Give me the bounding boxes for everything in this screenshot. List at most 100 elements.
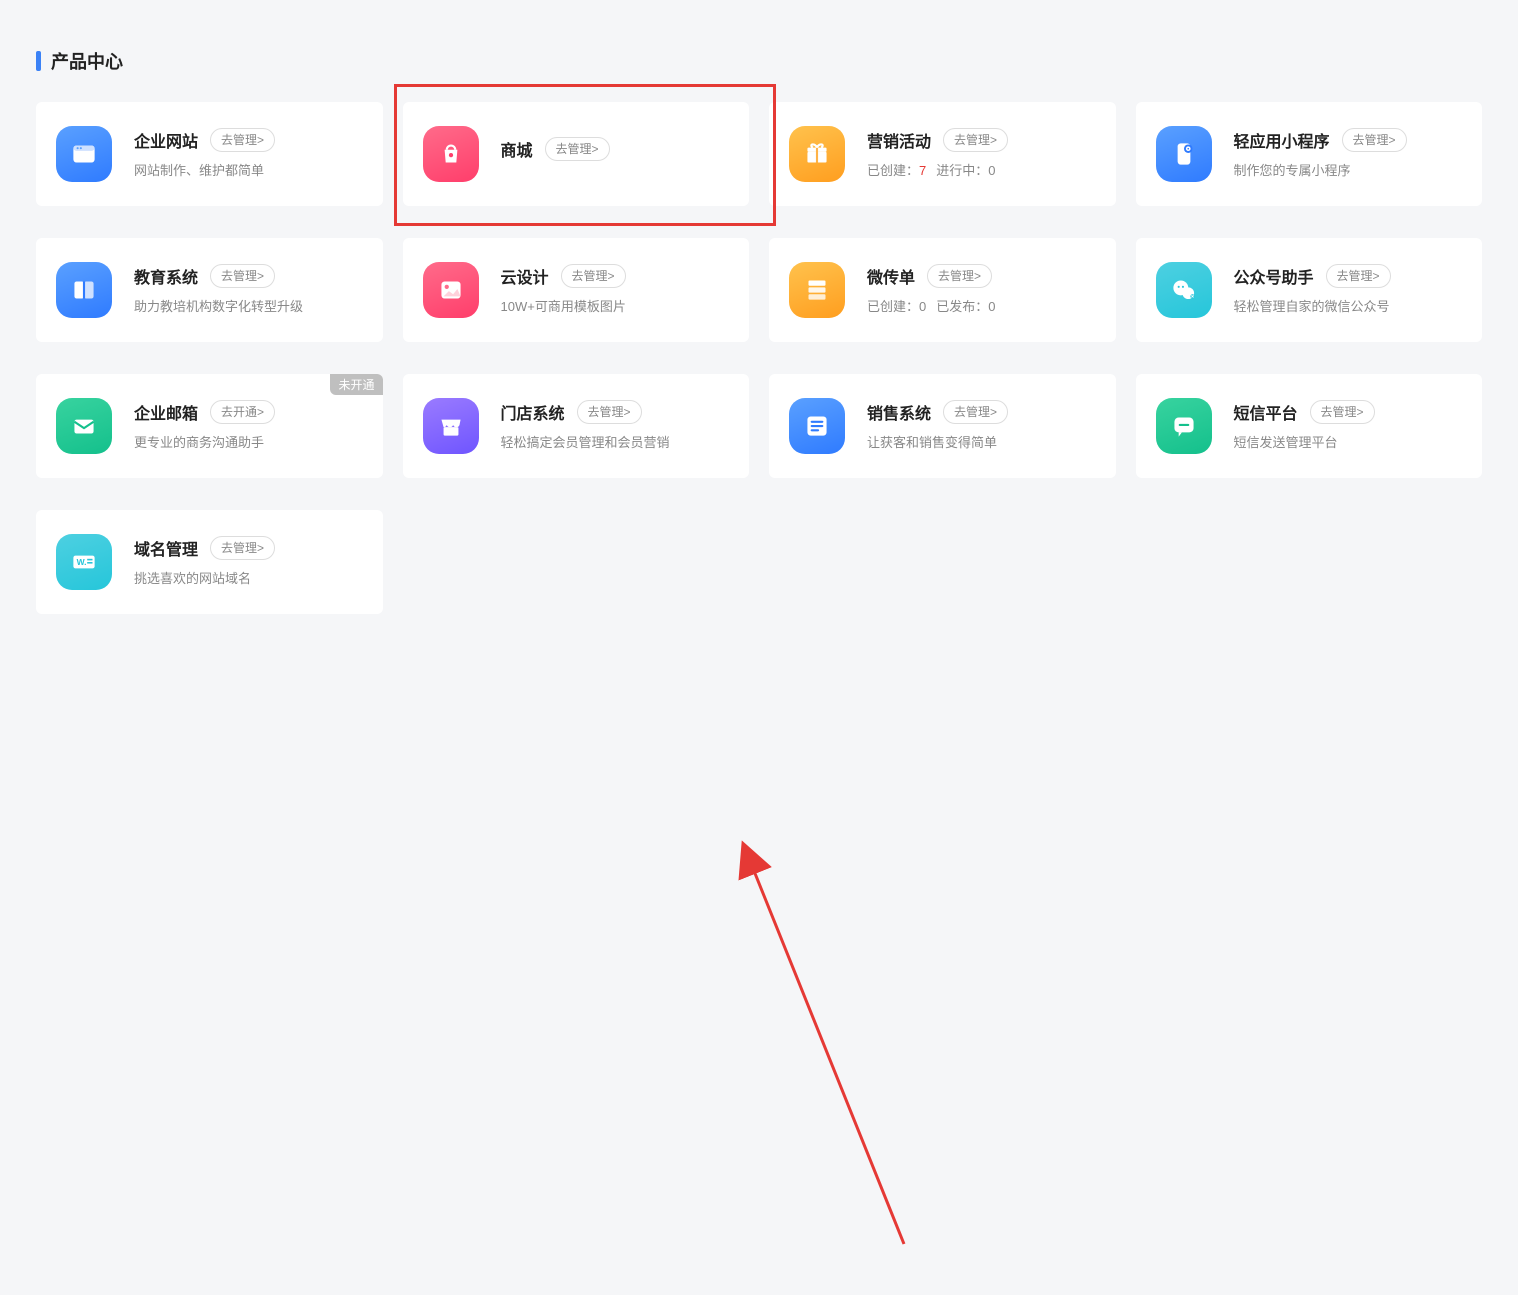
card-body: 营销活动去管理> 已创建：7 进行中：0	[867, 128, 1096, 180]
card-title: 轻应用小程序	[1234, 128, 1330, 152]
product-card-edu[interactable]: 教育系统去管理> 助力教培机构数字化转型升级	[36, 238, 383, 342]
card-head: 营销活动去管理>	[867, 128, 1096, 152]
card-body: 轻应用小程序去管理> 制作您的专属小程序	[1234, 128, 1463, 180]
manage-button[interactable]: 去管理>	[210, 128, 275, 152]
queue-icon	[789, 262, 845, 318]
card-desc: 轻松搞定会员管理和会员营销	[501, 434, 730, 452]
annotation-arrow	[0, 634, 1518, 1295]
chat-icon	[1156, 398, 1212, 454]
card-title: 短信平台	[1234, 400, 1298, 424]
card-head: 轻应用小程序去管理>	[1234, 128, 1463, 152]
stat-label: 已发布：	[936, 299, 988, 314]
image-icon	[423, 262, 479, 318]
product-card-domain[interactable]: W. 域名管理去管理> 挑选喜欢的网站域名	[36, 510, 383, 614]
card-title: 域名管理	[134, 536, 198, 560]
stat-label: 已创建：	[867, 163, 919, 178]
manage-button[interactable]: 去管理>	[210, 536, 275, 560]
book-icon	[56, 262, 112, 318]
manage-button[interactable]: 去管理>	[561, 264, 626, 288]
wechat-icon	[1156, 262, 1212, 318]
card-title: 企业邮箱	[134, 400, 198, 424]
card-desc: 助力教培机构数字化转型升级	[134, 298, 363, 316]
card-desc: 10W+可商用模板图片	[501, 298, 730, 316]
manage-button[interactable]: 去管理>	[1310, 400, 1375, 424]
card-head: 云设计去管理>	[501, 264, 730, 288]
stat-value: 7	[919, 163, 926, 178]
product-card-mail[interactable]: 未开通企业邮箱去开通>更专业的商务沟通助手	[36, 374, 383, 478]
card-head: 域名管理去管理>	[134, 536, 363, 560]
card-desc: 让获客和销售变得简单	[867, 434, 1096, 452]
product-card-wechat[interactable]: 公众号助手去管理> 轻松管理自家的微信公众号	[1136, 238, 1483, 342]
domain-icon: W.	[56, 534, 112, 590]
stat-label: 已创建：	[867, 299, 919, 314]
gift-icon	[789, 126, 845, 182]
manage-button[interactable]: 去开通>	[210, 400, 275, 424]
manage-button[interactable]: 去管理>	[210, 264, 275, 288]
card-head: 销售系统去管理>	[867, 400, 1096, 424]
section-title: 产品中心	[36, 48, 1482, 74]
card-head: 企业邮箱去开通>	[134, 400, 363, 424]
card-desc: 已创建：7 进行中：0	[867, 162, 1096, 180]
card-body: 企业网站去管理> 网站制作、维护都简单	[134, 128, 363, 180]
card-body: 门店系统去管理> 轻松搞定会员管理和会员营销	[501, 400, 730, 452]
card-desc: 轻松管理自家的微信公众号	[1234, 298, 1463, 316]
card-title: 商城	[501, 137, 533, 161]
section-title-text: 产品中心	[51, 48, 123, 74]
stat-label: 进行中：	[936, 163, 988, 178]
card-body: 教育系统去管理> 助力教培机构数字化转型升级	[134, 264, 363, 316]
card-body: 企业邮箱去开通> 更专业的商务沟通助手	[134, 400, 363, 452]
card-head: 商城去管理>	[501, 137, 730, 161]
card-desc: 短信发送管理平台	[1234, 434, 1463, 452]
stat-value: 0	[988, 163, 995, 178]
card-body: 域名管理去管理> 挑选喜欢的网站域名	[134, 536, 363, 588]
card-title: 企业网站	[134, 128, 198, 152]
card-desc: 网站制作、维护都简单	[134, 162, 363, 180]
card-title: 教育系统	[134, 264, 198, 288]
phone-link-icon	[1156, 126, 1212, 182]
card-title: 微传单	[867, 264, 915, 288]
card-desc: 更专业的商务沟通助手	[134, 434, 363, 452]
product-card-sales[interactable]: 销售系统去管理> 让获客和销售变得简单	[769, 374, 1116, 478]
product-card-sms[interactable]: 短信平台去管理> 短信发送管理平台	[1136, 374, 1483, 478]
card-title: 公众号助手	[1234, 264, 1314, 288]
card-body: 短信平台去管理> 短信发送管理平台	[1234, 400, 1463, 452]
product-card-flyer[interactable]: 微传单去管理>已创建：0已发布：0	[769, 238, 1116, 342]
list-icon	[789, 398, 845, 454]
card-title: 云设计	[501, 264, 549, 288]
card-title: 销售系统	[867, 400, 931, 424]
manage-button[interactable]: 去管理>	[545, 137, 610, 161]
manage-button[interactable]: 去管理>	[577, 400, 642, 424]
card-head: 教育系统去管理>	[134, 264, 363, 288]
card-body: 销售系统去管理> 让获客和销售变得简单	[867, 400, 1096, 452]
product-card-marketing[interactable]: 营销活动去管理> 已创建：7 进行中：0	[769, 102, 1116, 206]
card-head: 短信平台去管理>	[1234, 400, 1463, 424]
product-card-website[interactable]: 企业网站去管理> 网站制作、维护都简单	[36, 102, 383, 206]
card-desc: 制作您的专属小程序	[1234, 162, 1463, 180]
product-card-design[interactable]: 云设计去管理> 10W+可商用模板图片	[403, 238, 750, 342]
card-body: 微传单去管理>已创建：0已发布：0	[867, 264, 1096, 316]
card-head: 公众号助手去管理>	[1234, 264, 1463, 288]
manage-button[interactable]: 去管理>	[943, 128, 1008, 152]
card-title: 营销活动	[867, 128, 931, 152]
card-body: 商城去管理>	[501, 137, 730, 171]
card-head: 企业网站去管理>	[134, 128, 363, 152]
card-title: 门店系统	[501, 400, 565, 424]
store-icon	[423, 398, 479, 454]
card-head: 门店系统去管理>	[501, 400, 730, 424]
card-desc: 挑选喜欢的网站域名	[134, 570, 363, 588]
browser-icon	[56, 126, 112, 182]
stat-value: 0	[919, 299, 926, 314]
stat-value: 0	[988, 299, 995, 314]
product-card-mall[interactable]: 商城去管理>	[403, 102, 750, 206]
manage-button[interactable]: 去管理>	[927, 264, 992, 288]
card-head: 微传单去管理>	[867, 264, 1096, 288]
card-desc: 已创建：0已发布：0	[867, 298, 1096, 316]
manage-button[interactable]: 去管理>	[1326, 264, 1391, 288]
product-card-miniapp[interactable]: 轻应用小程序去管理> 制作您的专属小程序	[1136, 102, 1483, 206]
manage-button[interactable]: 去管理>	[1342, 128, 1407, 152]
card-body: 公众号助手去管理> 轻松管理自家的微信公众号	[1234, 264, 1463, 316]
product-card-store[interactable]: 门店系统去管理> 轻松搞定会员管理和会员营销	[403, 374, 750, 478]
bag-icon	[423, 126, 479, 182]
mail-icon	[56, 398, 112, 454]
manage-button[interactable]: 去管理>	[943, 400, 1008, 424]
